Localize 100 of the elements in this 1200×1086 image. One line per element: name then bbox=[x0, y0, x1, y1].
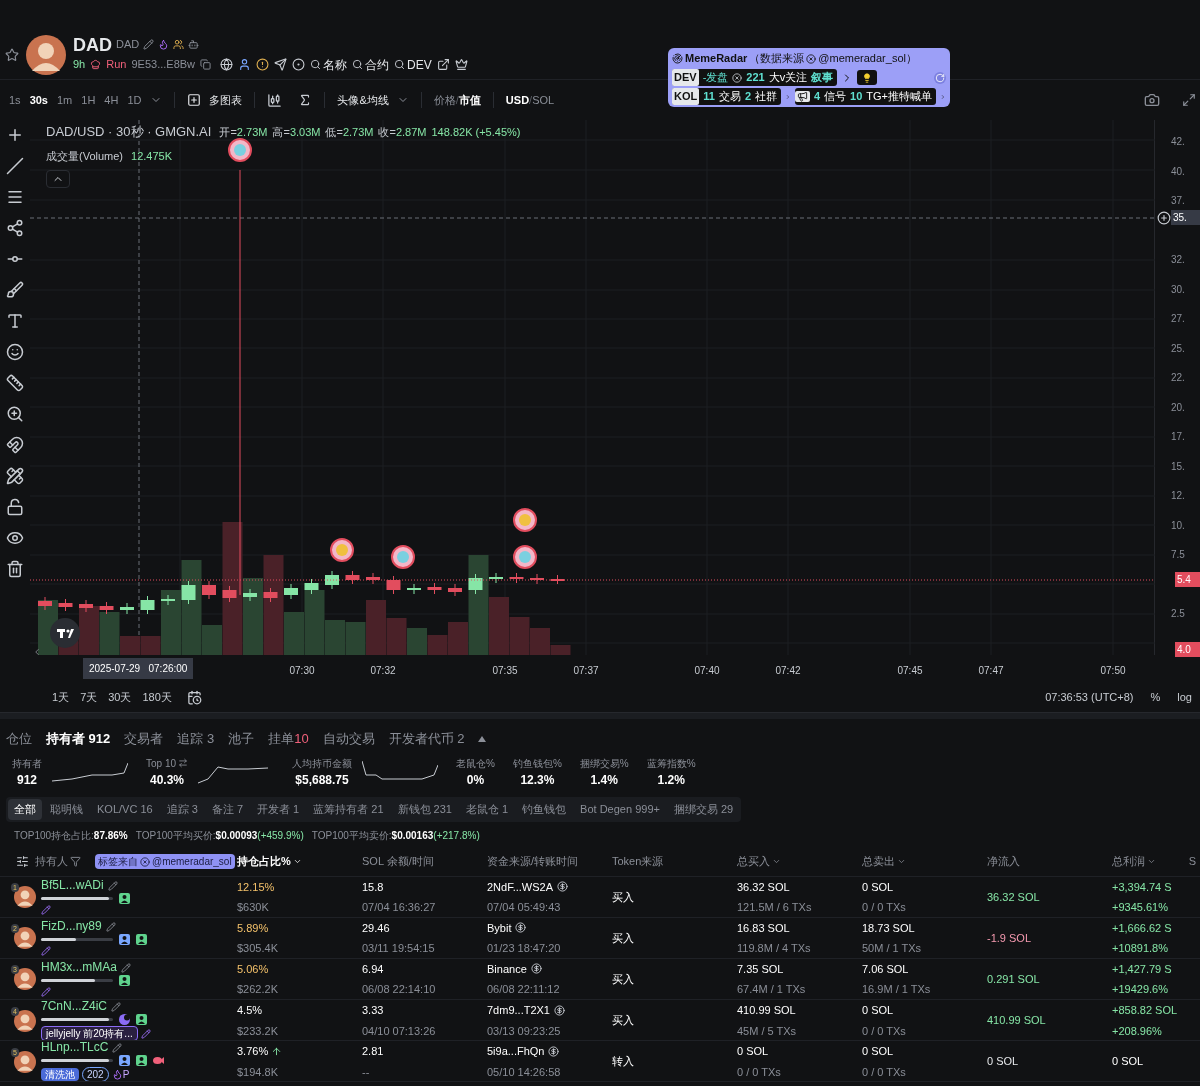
edit-icon[interactable] bbox=[111, 1001, 122, 1012]
filter-chip[interactable]: Bot Degen 999+ bbox=[574, 799, 666, 820]
range-button[interactable]: 30天 bbox=[108, 689, 132, 706]
panel-tab[interactable]: 挂单10 bbox=[268, 729, 309, 749]
interval-tab[interactable]: 30s bbox=[29, 91, 48, 109]
send-icon[interactable] bbox=[274, 58, 288, 71]
edit-icon[interactable] bbox=[121, 962, 131, 973]
holder-address[interactable]: FizD...ny89 bbox=[41, 920, 102, 933]
globe-icon[interactable] bbox=[220, 58, 234, 71]
panel-tab[interactable]: 自动交易 bbox=[322, 729, 375, 749]
candles-icon[interactable] bbox=[267, 92, 283, 108]
holder-address[interactable]: HLnp...TLcC bbox=[41, 1041, 109, 1054]
collapse-button[interactable] bbox=[46, 170, 70, 188]
star-icon[interactable] bbox=[5, 47, 19, 62]
scale-button[interactable]: log bbox=[1177, 689, 1192, 706]
pencil-ruler-icon[interactable] bbox=[6, 467, 24, 485]
filter-chip[interactable]: 全部 bbox=[8, 799, 42, 820]
filter-chip[interactable]: KOL/VC 16 bbox=[91, 799, 159, 820]
panel-tab[interactable]: 交易者 bbox=[124, 729, 164, 749]
range-button[interactable]: 1天 bbox=[52, 689, 70, 706]
note-pen-icon[interactable] bbox=[41, 987, 51, 997]
token-marker-icon[interactable] bbox=[330, 538, 354, 562]
trend-line-icon[interactable] bbox=[6, 157, 24, 175]
holder-address[interactable]: HM3x...mMAa bbox=[41, 961, 117, 974]
pattern-icon[interactable] bbox=[6, 219, 24, 237]
filter-chip[interactable]: 聪明钱 bbox=[44, 799, 89, 820]
scale-button[interactable]: % bbox=[1150, 689, 1161, 706]
panel-tab[interactable]: 池子 bbox=[228, 729, 255, 749]
range-button[interactable]: 7天 bbox=[80, 689, 98, 706]
column-header[interactable]: 总利润 bbox=[1112, 853, 1156, 870]
collapse-caret-icon[interactable] bbox=[478, 736, 487, 742]
token-marker-icon[interactable] bbox=[513, 508, 537, 532]
refresh-button[interactable] bbox=[934, 71, 946, 84]
panel-tab[interactable]: 持有者 912 bbox=[46, 729, 111, 749]
search-button[interactable]: 合约 bbox=[352, 55, 390, 74]
column-header[interactable]: Token来源 bbox=[612, 853, 664, 870]
indicators-dropdown[interactable]: 头像&均线 bbox=[337, 91, 409, 109]
eye-icon[interactable] bbox=[6, 529, 24, 547]
smiley-icon[interactable] bbox=[6, 343, 24, 361]
filter-chip[interactable]: 备注 7 bbox=[205, 799, 249, 820]
currency-tab[interactable]: SOL bbox=[532, 91, 555, 109]
trash-icon[interactable] bbox=[6, 560, 24, 578]
multi-chart-button[interactable]: 多图表 bbox=[187, 91, 243, 109]
unlock-icon[interactable] bbox=[6, 498, 24, 516]
panel-tab[interactable]: 追踪 3 bbox=[177, 729, 215, 749]
horizontal-lines-icon[interactable] bbox=[6, 188, 24, 206]
price-mode-tab[interactable]: 市值 bbox=[458, 91, 481, 109]
magnet-icon[interactable] bbox=[6, 436, 24, 454]
range-button[interactable]: 180天 bbox=[142, 689, 172, 706]
token-marker-icon[interactable] bbox=[228, 138, 252, 162]
filter-chip[interactable]: 老鼠仓 1 bbox=[459, 799, 515, 820]
crosshair-icon[interactable] bbox=[6, 126, 24, 144]
calendar-icon[interactable] bbox=[186, 690, 202, 705]
note-pen-icon[interactable] bbox=[41, 905, 51, 915]
note-pen-icon[interactable] bbox=[41, 946, 51, 956]
camera-icon[interactable] bbox=[1144, 92, 1160, 108]
column-header[interactable]: 总买入 bbox=[737, 853, 781, 870]
holder-address[interactable]: 7CnN...Z4iC bbox=[41, 1000, 108, 1013]
column-header[interactable]: 持仓占比% bbox=[237, 853, 302, 870]
crown-icon[interactable] bbox=[454, 58, 468, 71]
idea-button[interactable] bbox=[857, 70, 878, 85]
panel-tab[interactable]: 仓位 bbox=[6, 729, 32, 749]
copy-icon[interactable] bbox=[200, 59, 212, 70]
column-header[interactable]: 净流入 bbox=[987, 853, 1020, 870]
column-header[interactable]: 总卖出 bbox=[862, 853, 906, 870]
edit-icon[interactable] bbox=[107, 880, 118, 891]
ruler-icon[interactable] bbox=[6, 374, 24, 392]
search-button[interactable]: 名称 bbox=[310, 55, 348, 74]
coin-icon[interactable] bbox=[292, 58, 306, 71]
column-header[interactable]: SOL 余额/时间 bbox=[362, 853, 434, 870]
column-header[interactable]: S bbox=[1188, 853, 1196, 870]
price-mode-tab[interactable]: 价格 bbox=[433, 91, 456, 109]
filter-chip[interactable]: 新钱包 231 bbox=[391, 799, 458, 820]
token-marker-icon[interactable] bbox=[513, 545, 537, 569]
token-marker-icon[interactable] bbox=[391, 545, 415, 569]
search-button[interactable]: DEV bbox=[394, 55, 432, 74]
holder-address[interactable]: Bf5L...wADi bbox=[41, 879, 104, 892]
interval-tab[interactable]: 4H bbox=[104, 91, 119, 109]
interval-tab[interactable]: 1s bbox=[9, 91, 21, 109]
panel-tab[interactable]: 开发者代币 2 bbox=[388, 729, 465, 749]
edit-icon[interactable] bbox=[143, 39, 155, 50]
filter-chip[interactable]: 钓鱼钱包 bbox=[516, 799, 573, 820]
interval-tab[interactable]: 1m bbox=[57, 91, 73, 109]
filter-chip[interactable]: 捆绑交易 29 bbox=[667, 799, 740, 820]
filter-chip[interactable]: 蓝筹持有者 21 bbox=[307, 799, 390, 820]
edit-icon[interactable] bbox=[105, 921, 116, 932]
column-header[interactable]: 持有人 bbox=[35, 853, 81, 870]
text-icon[interactable] bbox=[6, 312, 24, 330]
alert-icon[interactable] bbox=[256, 58, 270, 71]
filter-chip[interactable]: 追踪 3 bbox=[160, 799, 204, 820]
external-link-icon[interactable] bbox=[436, 58, 450, 71]
user-icon[interactable] bbox=[238, 58, 252, 71]
note-pen-icon[interactable] bbox=[140, 1028, 151, 1039]
brush-icon[interactable] bbox=[6, 281, 24, 299]
swap-icon[interactable] bbox=[178, 758, 189, 768]
filter-chip[interactable]: 开发者 1 bbox=[251, 799, 306, 820]
add-alert-icon[interactable] bbox=[1157, 211, 1171, 225]
edit-icon[interactable] bbox=[112, 1042, 123, 1053]
settings-icon[interactable] bbox=[16, 855, 29, 868]
fullscreen-icon[interactable] bbox=[1182, 93, 1196, 107]
